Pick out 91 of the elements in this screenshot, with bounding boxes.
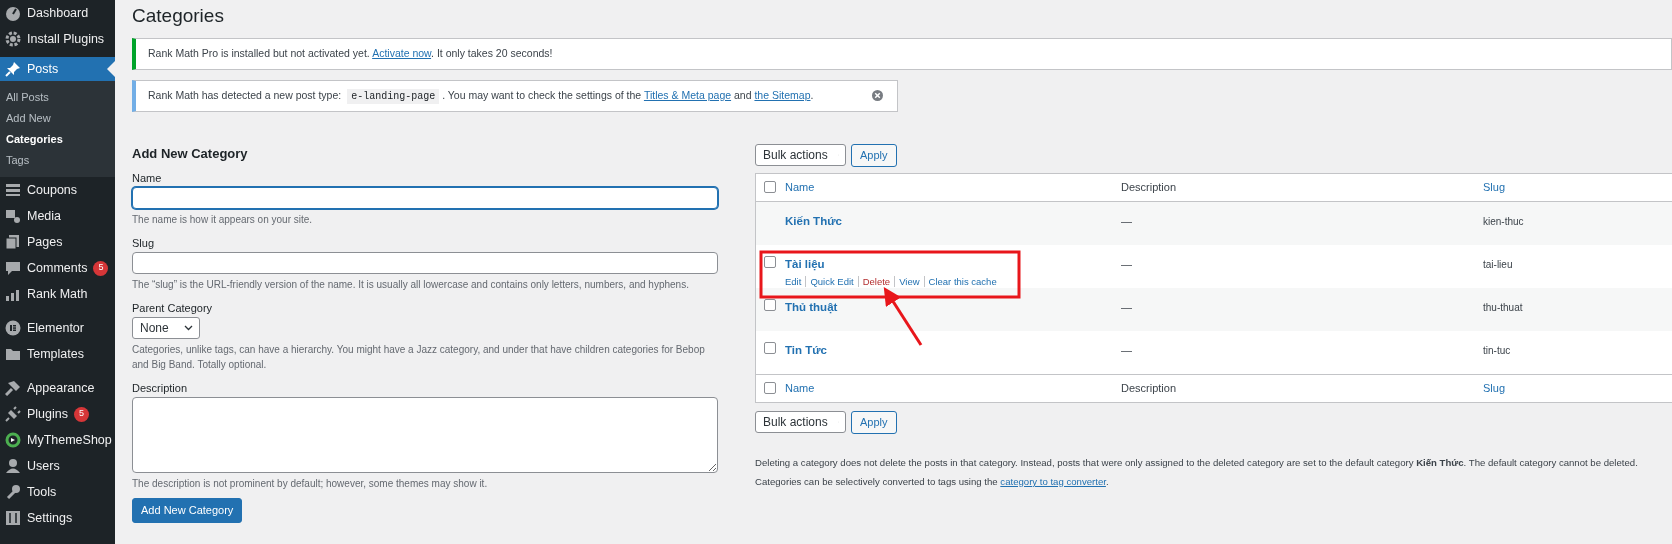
pin-icon (5, 61, 21, 77)
table-cell: tin-tuc (1483, 344, 1511, 356)
chevron-down-icon (184, 325, 193, 332)
field-label: Name (132, 171, 163, 186)
field-label: Slug (132, 236, 156, 251)
dropdown[interactable]: Bulk actions (755, 144, 846, 167)
sidebar-item[interactable]: Pages (0, 229, 115, 255)
table-cell: thu-thuat (1483, 301, 1523, 313)
gear-icon (5, 31, 21, 47)
checkbox[interactable] (764, 181, 776, 194)
page-title: Categories (132, 5, 225, 28)
sidebar-item[interactable]: MyThemeShop (0, 427, 115, 453)
table-cell: tai-lieu (1483, 258, 1513, 270)
row-action-link[interactable]: View (894, 276, 924, 288)
pages-icon (5, 234, 21, 250)
sidebar-item[interactable]: Comments 5 (0, 255, 115, 281)
sidebar-item[interactable]: Media (0, 203, 115, 229)
count-badge: 5 (74, 406, 89, 422)
sidebar-item[interactable]: Dashboard (0, 0, 115, 26)
column-header: Description (1121, 181, 1177, 194)
sidebar-item[interactable]: Coupons (0, 177, 115, 203)
sidebar-item[interactable]: Plugins 5 (0, 401, 115, 427)
category-link[interactable]: Kiến Thức (785, 214, 842, 227)
table-cell: — (1121, 214, 1132, 227)
user-icon (5, 458, 21, 474)
submenu-item[interactable]: Categories (0, 129, 115, 150)
help-text: The name is how it appears on your site. (132, 213, 314, 228)
pointer-arrow (883, 286, 923, 346)
submenu-item[interactable]: All Posts (0, 87, 115, 108)
row-action-link[interactable]: Clear this cache (923, 276, 1001, 288)
sliders-icon (5, 510, 21, 526)
close-icon[interactable] (872, 90, 883, 102)
column-header[interactable]: Slug (1483, 382, 1506, 395)
count-badge: 5 (93, 260, 109, 276)
input-field[interactable] (132, 252, 718, 275)
media-icon (5, 208, 21, 224)
sidebar-item[interactable]: Templates (0, 341, 115, 367)
table-cell: kien-thuc (1483, 215, 1524, 227)
apply-button[interactable]: Apply (851, 143, 897, 167)
folder-icon (5, 346, 21, 362)
plug-icon (5, 406, 21, 422)
category-link[interactable]: Tin Tức (785, 343, 827, 356)
column-header[interactable]: Name (785, 382, 815, 395)
category-link[interactable]: Thủ thuật (785, 300, 838, 313)
apply-button[interactable]: Apply (851, 410, 897, 434)
row-action-link[interactable]: Edit (785, 276, 806, 288)
info-text: Categories can be selectively converted to tags using the category to tag converter. (755, 474, 1110, 489)
sidebar-item[interactable]: Tools (0, 479, 115, 505)
info-text: Deleting a category does not delete the posts in that category. Instead, posts that were only assigned to the deleted category are set to the default category Kiến Thức. The default category cannot be deleted. (755, 455, 1639, 470)
table-cell: — (1121, 343, 1132, 356)
code-snippet: e-landing-page (347, 88, 440, 104)
coupon-icon (5, 182, 21, 198)
text-area[interactable] (132, 397, 718, 474)
checkbox[interactable] (764, 341, 776, 354)
help-text: The “slug” is the URL-friendly version of the name. It is usually all lowercase and contains only letters, numbers, and hyphens. (132, 278, 690, 293)
circle-logo-icon (5, 320, 21, 336)
column-header[interactable]: Slug (1483, 181, 1506, 194)
section-title: Add New Category (132, 145, 249, 162)
notice-text: Rank Math Pro is installed but not activated yet. Activate now. It only takes 20 seconds! (148, 45, 553, 61)
wrench-icon (5, 484, 21, 500)
converter-link[interactable]: category to tag converter (1000, 475, 1106, 487)
input-field[interactable] (132, 187, 718, 210)
field-label: Description (132, 381, 189, 396)
sidebar-item[interactable]: Settings (0, 505, 115, 531)
dropdown[interactable]: Bulk actions (755, 411, 846, 434)
submit-button[interactable]: Add New Category (132, 498, 243, 523)
checkbox[interactable] (764, 255, 776, 268)
notice-text: Rank Math has detected a new post type: e-landing-page . You may want to check the settings of the Titles & Meta page and the Sitemap. (148, 87, 814, 104)
category-link[interactable]: Tài liệu (785, 257, 825, 270)
sidebar-item[interactable]: Elementor (0, 315, 115, 341)
dropdown[interactable]: None (132, 317, 200, 340)
table-cell: — (1121, 257, 1132, 270)
submenu-item[interactable]: Add New (0, 108, 115, 129)
sidebar-item[interactable]: Posts (0, 57, 115, 81)
sidebar-item[interactable]: Rank Math (0, 281, 115, 307)
field-label: Parent Category (132, 301, 214, 316)
column-header: Description (1121, 382, 1177, 395)
help-text: Categories, unlike tags, can have a hierarchy. You might have a Jazz category, and under that have children categories for Bebop and Big Band. Totally optional. (132, 343, 706, 373)
sidebar-item[interactable]: Install Plugins (0, 26, 115, 52)
speech-bubble-icon (5, 260, 21, 276)
submenu-item[interactable]: Tags (0, 150, 115, 171)
table-cell: — (1121, 300, 1132, 313)
column-header[interactable]: Name (785, 181, 815, 194)
notice-link[interactable]: Titles & Meta page (643, 88, 732, 101)
help-text: The description is not prominent by default; however, some themes may show it. (132, 477, 489, 492)
sidebar-item[interactable]: Users (0, 453, 115, 479)
checkbox[interactable] (764, 382, 776, 395)
row-action-link[interactable]: Quick Edit (805, 276, 858, 288)
dashboard-icon (5, 5, 21, 21)
row-action-link[interactable]: Delete (857, 276, 895, 288)
sidebar-item[interactable]: Appearance (0, 375, 115, 401)
